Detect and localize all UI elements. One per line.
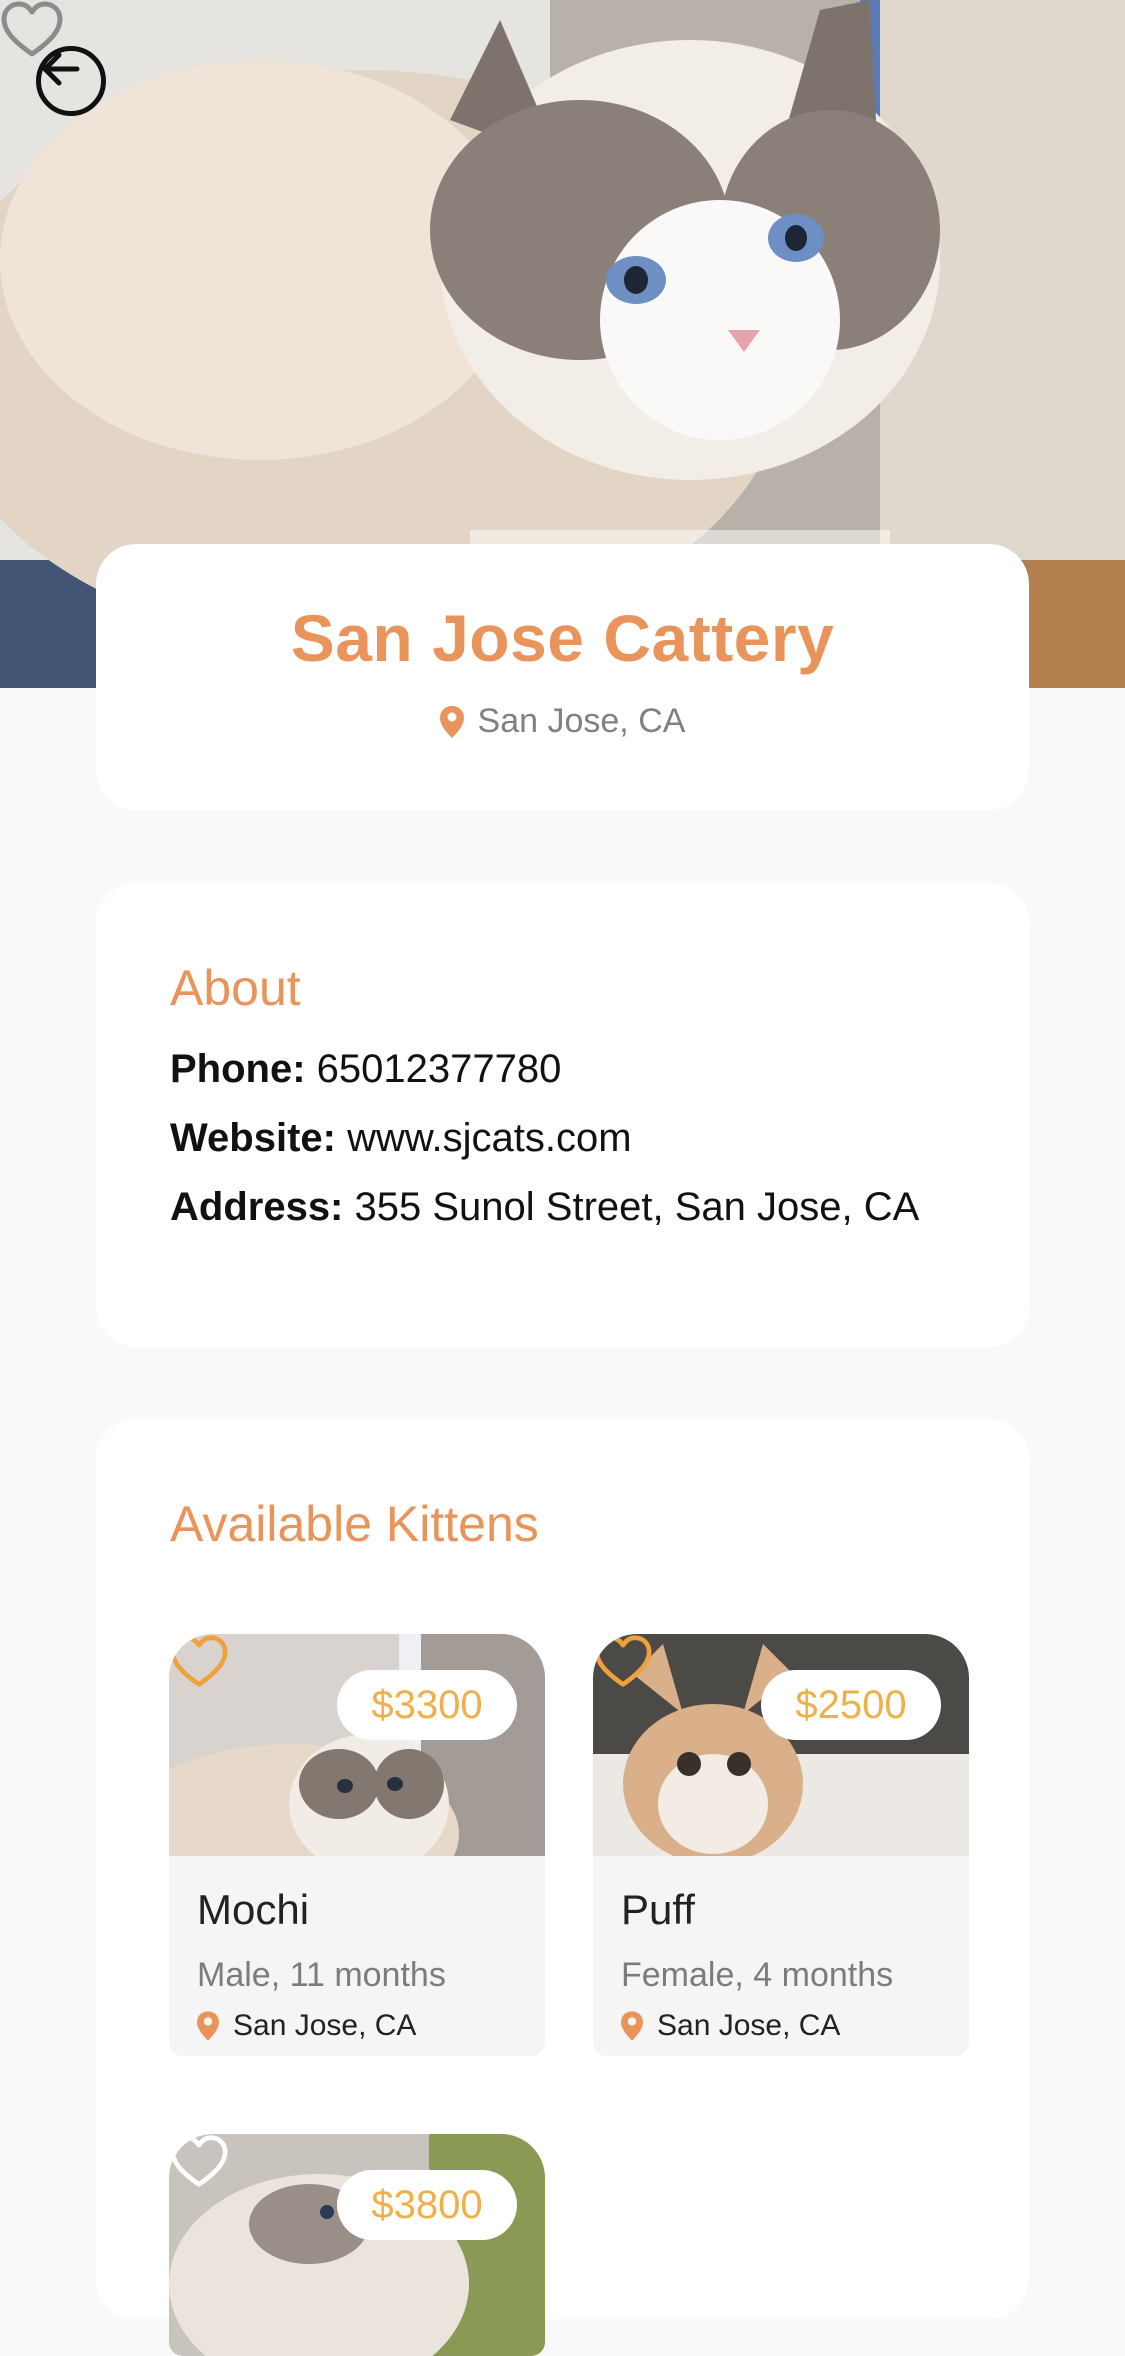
kitten-location: San Jose, CA — [621, 2009, 969, 2043]
favorite-button[interactable] — [0, 0, 64, 60]
map-pin-icon — [621, 2011, 643, 2041]
kitten-description: Male, 11 months — [197, 1956, 446, 1994]
kitten-info: Puff Female, 4 months San Jose, CA — [593, 1856, 969, 2056]
website-link[interactable]: www.sjcats.com — [347, 1116, 632, 1160]
phone-row: Phone: 65012377780 — [170, 1047, 1029, 1092]
kitten-photo: $3800 — [169, 2134, 545, 2356]
address-row: Address: 355 Sunol Street, San Jose, CA — [170, 1185, 1029, 1230]
price-badge: $2500 — [761, 1670, 941, 1740]
address-label: Address: — [170, 1185, 344, 1229]
map-pin-icon — [439, 705, 464, 738]
kitten-photo: $3300 — [169, 1634, 545, 1856]
cattery-location-text: San Jose, CA — [477, 702, 686, 740]
kitten-card-3[interactable]: $3800 — [169, 2134, 545, 2356]
kitten-name: Puff — [621, 1886, 695, 1933]
kitten-card-mochi[interactable]: $3300 Mochi Male, 11 months San Jose, CA — [169, 1634, 545, 2056]
website-label: Website: — [170, 1116, 336, 1160]
favorite-heart-icon[interactable] — [169, 2134, 229, 2190]
kitten-description: Female, 4 months — [621, 1956, 894, 1994]
about-heading: About — [170, 960, 301, 1016]
favorite-heart-icon[interactable] — [169, 1634, 229, 1690]
about-card: About Phone: 65012377780 Website: www.sj… — [96, 883, 1029, 1347]
price-badge: $3300 — [337, 1670, 517, 1740]
page-title: San Jose Cattery — [290, 601, 835, 675]
website-row: Website: www.sjcats.com — [170, 1116, 1029, 1161]
cattery-location: San Jose, CA — [96, 702, 1029, 741]
kittens-heading: Available Kittens — [170, 1496, 539, 1552]
map-pin-icon — [197, 2011, 219, 2041]
kitten-name: Mochi — [197, 1886, 310, 1933]
favorite-heart-icon[interactable] — [593, 1634, 653, 1690]
cattery-header-card: San Jose Cattery San Jose, CA — [96, 544, 1029, 810]
kitten-location: San Jose, CA — [197, 2009, 545, 2043]
phone-label: Phone: — [170, 1047, 306, 1091]
kitten-location-text: San Jose, CA — [233, 2009, 417, 2042]
price-badge: $3800 — [337, 2170, 517, 2240]
phone-value[interactable]: 65012377780 — [317, 1047, 562, 1091]
kitten-card-puff[interactable]: $2500 Puff Female, 4 months San Jose, CA — [593, 1634, 969, 2056]
kitten-photo: $2500 — [593, 1634, 969, 1856]
kitten-info: Mochi Male, 11 months San Jose, CA — [169, 1856, 545, 2056]
address-value: 355 Sunol Street, San Jose, CA — [354, 1185, 920, 1229]
available-kittens-card: Available Kittens $3300 Mochi Male, 11 m… — [96, 1419, 1029, 2356]
kitten-location-text: San Jose, CA — [657, 2009, 841, 2042]
